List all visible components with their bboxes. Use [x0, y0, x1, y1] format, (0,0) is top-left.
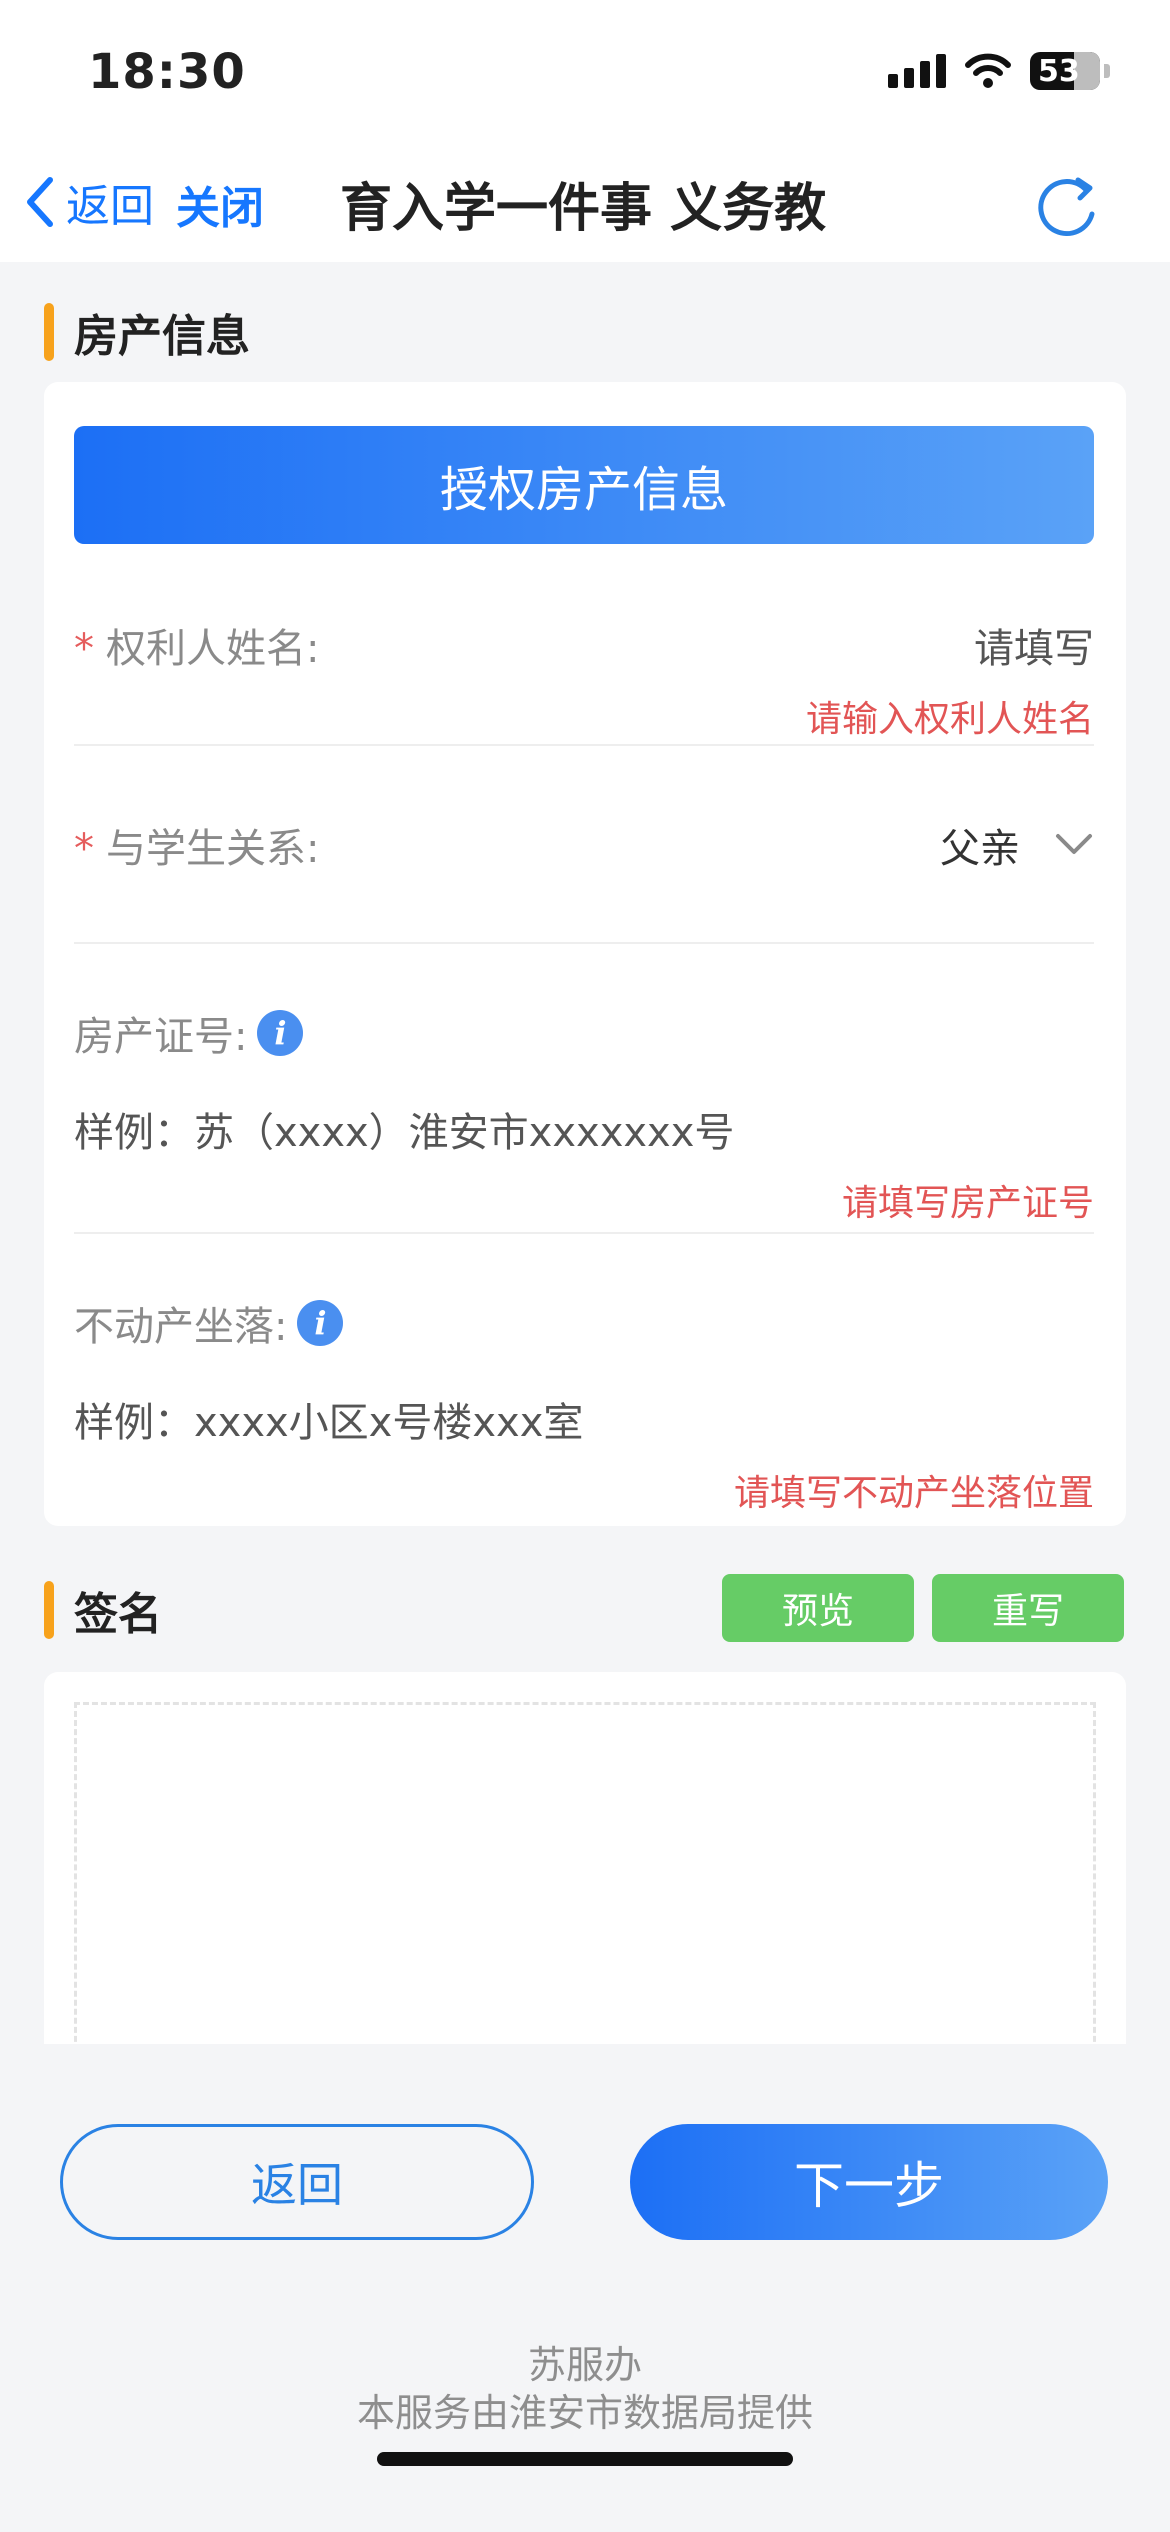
preview-button[interactable]: 预览	[722, 1574, 914, 1642]
required-mark: *	[74, 826, 94, 872]
status-time: 18:30	[88, 44, 246, 100]
wifi-icon	[965, 53, 1011, 88]
property-section-header: 房产信息	[44, 300, 250, 364]
relation-row[interactable]: * 与学生关系: 父亲	[74, 812, 1094, 944]
authorize-property-button[interactable]: 授权房产信息	[74, 426, 1094, 544]
certificate-label: 房产证号: i	[74, 1004, 304, 1062]
home-indicator	[377, 2452, 793, 2466]
signature-section-header: 签名	[44, 1578, 162, 1642]
nav-close-button[interactable]: 关闭	[176, 172, 264, 236]
battery-level: 53	[1038, 53, 1080, 89]
required-mark: *	[74, 626, 94, 672]
nav-back-label: 返回	[66, 181, 154, 232]
status-icons: 53	[888, 52, 1110, 90]
nav-bar: 返回 关闭 育入学一件事 义务教	[0, 150, 1170, 262]
certificate-input[interactable]: 样例：苏（xxxx）淮安市xxxxxxx号	[74, 1100, 734, 1158]
nav-back-button[interactable]: 返回	[20, 170, 154, 234]
certificate-error: 请填写房产证号	[841, 1183, 1094, 1224]
relation-label: * 与学生关系:	[74, 826, 320, 872]
signal-icon	[888, 54, 946, 88]
section-accent-bar	[44, 1581, 54, 1639]
page-title: 育入学一件事 义务教	[340, 179, 827, 239]
location-row: 不动产坐落: i 样例：xxxx小区x号楼xxx室 请填写不动产坐落位置	[74, 1294, 1094, 1514]
owner-name-error: 请输入权利人姓名	[805, 699, 1094, 740]
info-icon[interactable]: i	[297, 1300, 344, 1346]
signature-section-title: 签名	[74, 1589, 162, 1640]
back-button[interactable]: 返回	[60, 2124, 534, 2240]
property-section-title: 房产信息	[74, 311, 250, 362]
chevron-left-icon	[27, 177, 53, 227]
location-label: 不动产坐落: i	[74, 1294, 344, 1352]
next-step-button[interactable]: 下一步	[630, 2124, 1108, 2240]
status-bar: 18:30 53	[0, 0, 1170, 150]
relation-select[interactable]: 父亲	[940, 816, 1094, 874]
certificate-row: 房产证号: i 样例：苏（xxxx）淮安市xxxxxxx号 请填写房产证号	[74, 1004, 1094, 1234]
property-card: 授权房产信息 * 权利人姓名: 请填写 请输入权利人姓名 * 与学生关系: 父亲 房…	[44, 382, 1126, 1526]
owner-name-label: * 权利人姓名:	[74, 626, 320, 672]
section-accent-bar	[44, 303, 54, 361]
battery-icon: 53	[1030, 52, 1100, 90]
info-icon[interactable]: i	[257, 1010, 304, 1056]
owner-name-row[interactable]: * 权利人姓名: 请填写 请输入权利人姓名	[74, 612, 1094, 746]
location-input[interactable]: 样例：xxxx小区x号楼xxx室	[74, 1390, 583, 1448]
footer-brand: 苏服办	[527, 2343, 642, 2387]
signature-card	[44, 1672, 1126, 2105]
relation-value: 父亲	[940, 826, 1020, 872]
location-error: 请填写不动产坐落位置	[733, 1473, 1094, 1514]
chevron-down-icon	[1056, 834, 1092, 854]
refresh-icon[interactable]	[1034, 174, 1100, 240]
owner-name-input[interactable]: 请填写	[974, 616, 1094, 674]
footer-provider: 本服务由淮安市数据局提供	[356, 2391, 813, 2435]
rewrite-button[interactable]: 重写	[932, 1574, 1124, 1642]
